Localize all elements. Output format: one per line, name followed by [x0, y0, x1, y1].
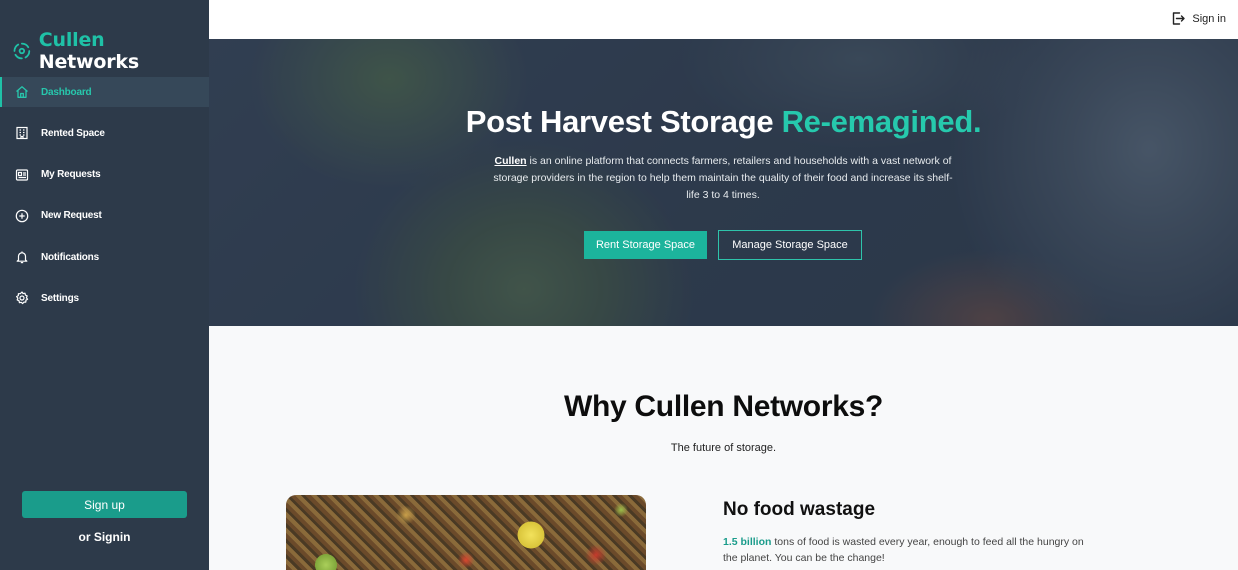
- requests-icon: [15, 168, 29, 182]
- sidebar-item-label: Notifications: [41, 251, 99, 263]
- brand-name: Cullen Networks: [38, 29, 139, 73]
- rent-storage-button[interactable]: Rent Storage Space: [584, 231, 707, 259]
- sidebar-nav: Dashboard Rented Space My Requests New R…: [0, 77, 209, 325]
- sidebar-item-label: My Requests: [41, 169, 101, 181]
- food-waste-image: [286, 495, 646, 570]
- sidebar-item-my-requests[interactable]: My Requests: [0, 160, 209, 190]
- sign-in-link[interactable]: Sign in: [1171, 11, 1226, 26]
- home-icon: [15, 85, 29, 99]
- sidebar-item-label: Dashboard: [41, 86, 92, 98]
- hero-title: Post Harvest Storage Re-emagined.: [465, 104, 982, 139]
- sidebar-item-settings[interactable]: Settings: [0, 283, 209, 313]
- bell-icon: [15, 250, 29, 264]
- plus-circle-icon: [15, 209, 29, 223]
- building-icon: [15, 126, 29, 140]
- sign-up-button[interactable]: Sign up: [22, 491, 187, 518]
- cullen-link[interactable]: Cullen: [495, 155, 527, 167]
- or-signin-link[interactable]: or Signin: [0, 530, 209, 544]
- section-subtitle: The future of storage.: [670, 442, 777, 454]
- sign-in-label: Sign in: [1192, 12, 1226, 25]
- sign-in-icon: [1173, 12, 1186, 25]
- brand-logo[interactable]: Cullen Networks: [12, 29, 209, 73]
- gear-icon: [15, 291, 29, 305]
- sidebar-item-label: Rented Space: [41, 127, 105, 139]
- hero-banner: Post Harvest Storage Re-emagined. Cullen…: [209, 39, 1238, 326]
- logo-icon: [13, 42, 31, 60]
- sidebar-item-rented-space[interactable]: Rented Space: [0, 118, 209, 148]
- sidebar: Cullen Networks Dashboard Rented Space M…: [0, 0, 209, 570]
- top-bar: Sign in: [209, 0, 1238, 39]
- sidebar-item-dashboard[interactable]: Dashboard: [0, 77, 209, 107]
- manage-storage-button[interactable]: Manage Storage Space: [718, 230, 862, 260]
- sidebar-item-label: New Request: [41, 210, 102, 222]
- section-title: Why Cullen Networks?: [563, 390, 884, 423]
- feature-description: 1.5 billion tons of food is wasted every…: [723, 536, 1084, 564]
- feature-stat: 1.5 billion: [723, 536, 772, 548]
- sidebar-item-new-request[interactable]: New Request: [0, 201, 209, 231]
- sidebar-item-label: Settings: [41, 292, 79, 304]
- feature-title: No food wastage: [723, 499, 876, 520]
- sidebar-item-notifications[interactable]: Notifications: [0, 242, 209, 272]
- hero-description: Cullen is an online platform that connec…: [493, 155, 953, 201]
